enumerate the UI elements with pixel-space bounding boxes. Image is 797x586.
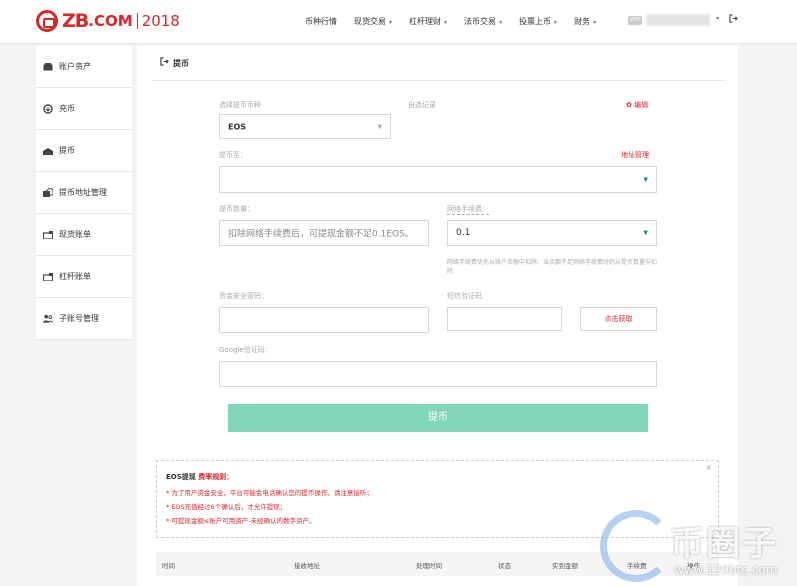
leverage-bill-icon [43,272,53,281]
rules-title: EOS提现 费率规则： [166,472,233,482]
withdraw-panel: 提币 选择提币币种 自选记录 ✿ 编辑 EOS ▼ 提币至： 地址管理 ▼ 提币… [137,46,738,586]
edit-link-label: 编辑 [634,101,649,109]
logo-year: 2018 [141,12,180,30]
chevron-down-icon: ▼ [377,123,382,130]
sidebar-item-label: 杠杆账单 [59,272,91,281]
rules-title-prefix: EOS提现 [166,473,196,481]
network-fee-note: 网络手续费优先从账户余额中扣除，当余额不足网络手续费时则从提币数量中扣除 [447,259,658,275]
sidebar-item-address-management[interactable]: 提币地址管理 [36,172,132,214]
spot-bill-icon [43,230,53,239]
logo-divider [136,13,138,29]
account-sidebar: 账户资产 充币 提币 提币地址管理 现货账单 杠杆账单 子账号管理 [36,46,132,340]
nav-item-leverage[interactable]: 杠杆理财 ▾ [409,16,447,27]
edit-link[interactable]: ✿ 编辑 [626,100,648,110]
brand-logo[interactable]: ZB .COM 2018 [36,7,180,35]
column-header-process-time: 处理时间 [416,562,442,570]
sidebar-item-label: 现货账单 [59,230,91,239]
chevron-down-icon: ▾ [499,19,503,26]
coin-select-label: 选择提币币种 [219,101,261,109]
google-code-label: Google验证码： [219,346,272,354]
page-title: 提币 [173,58,189,68]
withdraw-address-select[interactable]: ▼ [219,166,657,193]
coin-select[interactable]: EOS ▼ [219,114,391,139]
nav-item-label: 杠杆理财 [409,17,442,26]
close-icon[interactable]: × [705,463,712,472]
rules-line: * 为了用户资金安全，平台可能会电话确认您的提币操作，请注意接听； [166,489,373,497]
wallet-icon [43,62,53,71]
sidebar-item-label: 充币 [59,104,75,113]
sidebar-item-withdraw[interactable]: 提币 [36,130,132,172]
nav-item-fiat-trading[interactable]: 法币交易 ▾ [464,16,502,27]
address-management-link[interactable]: 地址管理 [621,150,649,160]
amount-input-placeholder: 扣除网络手续费后，可提现金额不足0.1EOS。 [228,229,414,240]
chevron-down-icon: ▾ [554,19,558,26]
nav-item-label: 法币交易 [464,17,497,26]
logo-mark-icon [36,10,58,32]
logo-domain-suffix: .COM [88,12,133,30]
gear-icon: ✿ [626,101,632,109]
sub-account-icon [43,314,53,323]
nav-item-label: 财务 [574,17,591,26]
nav-item-market[interactable]: 币种行情 [305,16,337,27]
nav-item-label: 现货交易 [354,17,386,26]
address-book-icon [43,188,53,197]
column-header-receive-address: 接收地址 [294,562,320,570]
fund-password-input[interactable] [219,307,429,333]
username-redacted[interactable] [646,14,710,26]
withdraw-to-label: 提币至： [219,151,247,159]
nav-item-vote-listing[interactable]: 投票上币 ▾ [519,16,557,27]
network-fee-value: 0.1 [456,228,471,238]
top-navigation-bar: ZB .COM 2018 币种行情 现货交易 ▾ 杠杆理财 ▾ 法币交易 ▾ 投票上币… [0,0,797,44]
rules-title-highlight: 费率规则： [198,473,234,481]
nav-item-label: 投票上币 [519,17,552,26]
sidebar-item-deposit[interactable]: 充币 [36,88,132,130]
withdraw-icon [160,57,169,69]
nav-item-spot-trading[interactable]: 现货交易 ▾ [354,16,392,27]
column-header-status: 状态 [498,562,511,570]
column-header-fee: 手续费 [627,562,647,570]
custom-record-label: 自选记录 [408,101,436,109]
amount-label: 提币数量： [219,205,254,213]
sidebar-item-label: 提币 [59,146,75,155]
vip-badge: VIP0 [628,16,642,25]
sms-code-input[interactable] [447,307,562,331]
page-header: 提币 [152,46,726,81]
network-fee-label: 网络手续费： [447,205,489,215]
column-header-action: 操作 [687,562,700,570]
sidebar-item-spot-bill[interactable]: 现货账单 [36,214,132,256]
logout-icon[interactable] [729,14,738,26]
coin-select-value: EOS [228,122,247,131]
chevron-down-icon: ▾ [444,19,448,26]
sidebar-item-label: 账户资产 [59,62,91,71]
network-fee-select[interactable]: 0.1 ▼ [447,220,657,246]
get-sms-code-button[interactable]: 点击获取 [580,307,657,331]
withdraw-submit-button[interactable]: 提币 [228,404,648,432]
column-header-actual-amount: 实到金额 [552,562,578,570]
nav-item-finance[interactable]: 财务 ▾ [574,16,596,27]
column-header-time: 时间 [162,562,175,570]
sidebar-item-sub-account[interactable]: 子账号管理 [36,298,132,340]
chevron-down-icon: ▼ [643,229,648,237]
chevron-down-icon: ▾ [593,19,597,26]
sidebar-item-leverage-bill[interactable]: 杠杆账单 [36,256,132,298]
withdraw-history-table-header: 时间 接收地址 处理时间 状态 实到金额 手续费 操作 [156,552,719,576]
rules-line: * 可提现金额≤账户可用资产-未经确认的数字资产。 [166,517,316,525]
sidebar-item-assets[interactable]: 账户资产 [36,46,132,88]
google-code-input[interactable] [219,361,657,387]
chevron-down-icon: ▾ [389,19,393,26]
chevron-down-icon: ▼ [643,176,648,183]
withdraw-icon [43,146,53,155]
sms-code-label: 短信验证码： [447,292,489,300]
logo-text: ZB [62,10,89,32]
withdraw-rules-box: × EOS提现 费率规则： * 为了用户资金安全，平台可能会电话确认您的提币操作… [156,460,719,538]
fund-password-label: 资金安全密码： [219,292,268,300]
amount-input[interactable]: 扣除网络手续费后，可提现金额不足0.1EOS。 [219,220,429,246]
sidebar-item-label: 子账号管理 [59,314,99,323]
sidebar-item-label: 提币地址管理 [59,188,107,197]
nav-item-label: 币种行情 [305,17,337,26]
user-menu-chevron-icon[interactable]: ▾ [716,15,719,22]
main-nav: 币种行情 现货交易 ▾ 杠杆理财 ▾ 法币交易 ▾ 投票上币 ▾ 财务 ▾ [305,16,613,27]
deposit-icon [43,103,53,114]
rules-line: * EOS充值经过6个确认后，才允许提现； [166,503,287,511]
